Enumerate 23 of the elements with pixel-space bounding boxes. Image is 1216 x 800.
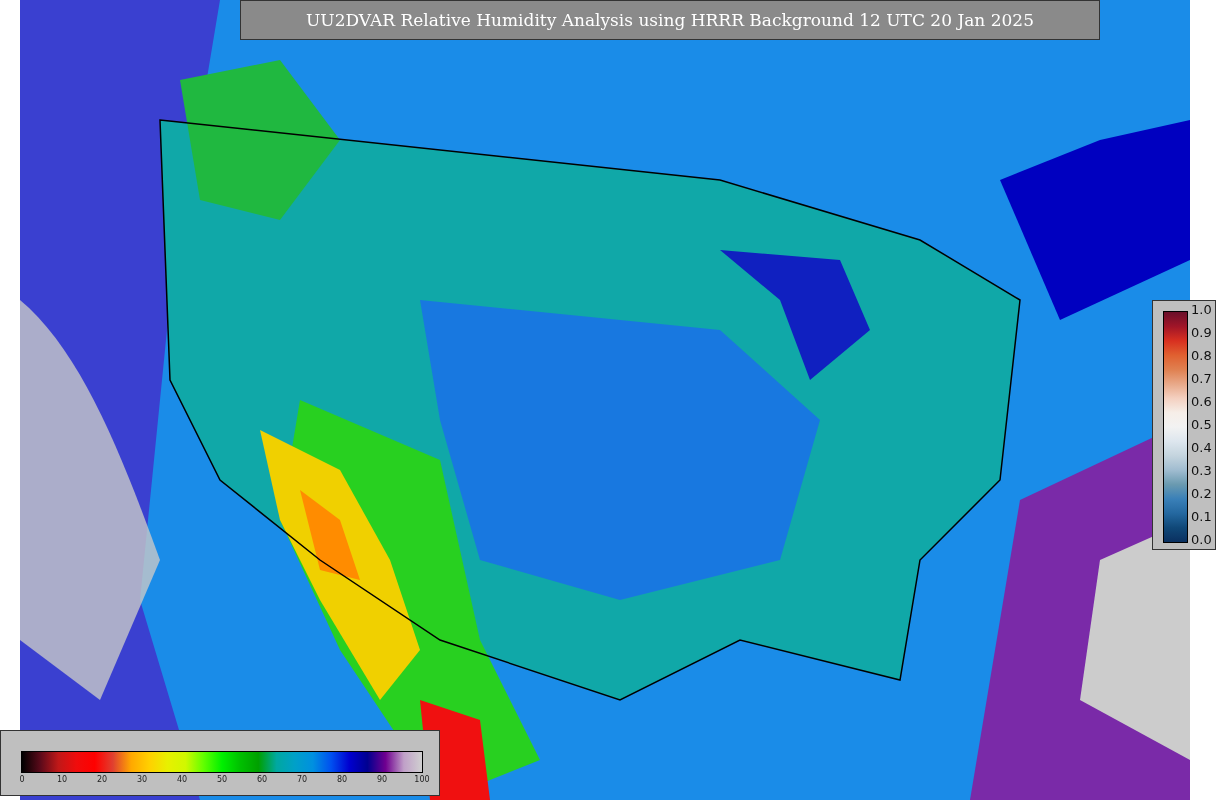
tick-label: 0.8 <box>1191 349 1212 363</box>
map-title: UU2DVAR Relative Humidity Analysis using HRRR Background 12 UTC 20 Jan 2025 <box>240 0 1100 40</box>
tick-label: 80 <box>336 775 348 784</box>
tick-label: 1.0 <box>1191 303 1212 317</box>
tick-label: 0.9 <box>1191 326 1212 340</box>
tick-label: 0.0 <box>1191 533 1212 547</box>
tick-label: 10 <box>56 775 68 784</box>
tick-label: 0.7 <box>1191 372 1212 386</box>
tick-label: 0.4 <box>1191 441 1212 455</box>
tick-label: 20 <box>96 775 108 784</box>
tick-label: 0.3 <box>1191 464 1212 478</box>
tick-label: 60 <box>256 775 268 784</box>
tick-label: 0 <box>19 775 25 784</box>
tick-label: 30 <box>136 775 148 784</box>
tick-label: 40 <box>176 775 188 784</box>
tick-label: 0.5 <box>1191 418 1212 432</box>
tick-label: 100 <box>414 775 430 784</box>
tick-label: 70 <box>296 775 308 784</box>
tick-label: 90 <box>376 775 388 784</box>
tick-label: 0.6 <box>1191 395 1212 409</box>
tick-label: 0.2 <box>1191 487 1212 501</box>
tick-label: 0.1 <box>1191 510 1212 524</box>
tick-label: 50 <box>216 775 228 784</box>
